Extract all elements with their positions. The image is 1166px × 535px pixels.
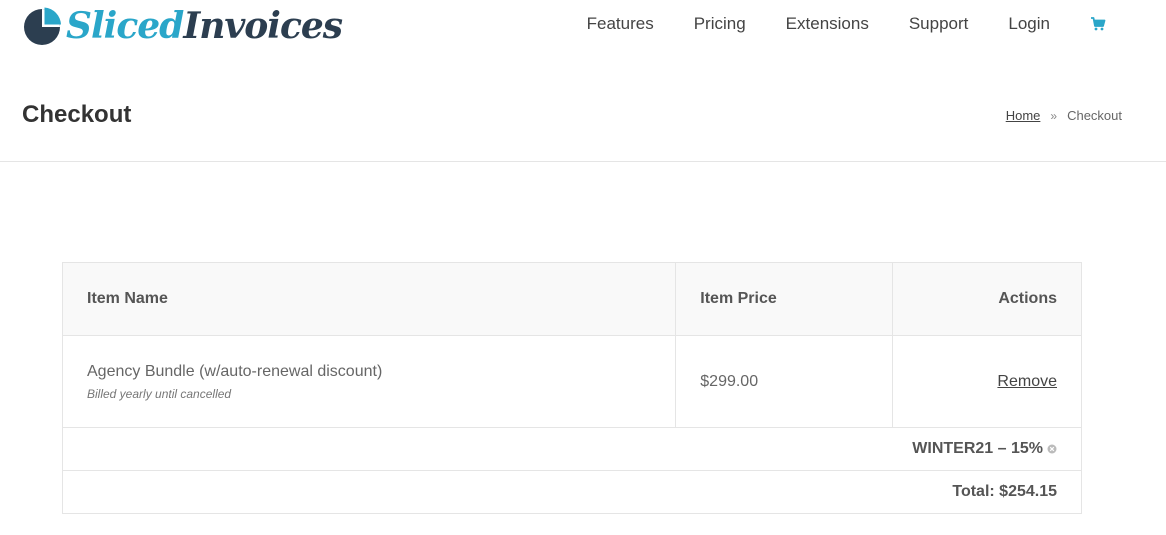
breadcrumb-current: Checkout [1067, 108, 1122, 123]
item-name: Agency Bundle (w/auto-renewal discount) [87, 362, 383, 380]
total-cell: Total: $254.15 [62, 470, 1082, 514]
column-header-item-name: Item Name [61, 262, 677, 336]
table-header-row: Item Name Item Price Actions [61, 262, 1082, 336]
main-nav: Features Pricing Extensions Support Logi… [587, 12, 1106, 36]
column-header-actions: Actions [892, 262, 1082, 336]
shopping-cart-icon[interactable] [1090, 16, 1106, 32]
discount-cell: WINTER21 – 15% [62, 427, 1082, 471]
site-header: SlicedInvoices Features Pricing Extensio… [0, 0, 1166, 62]
nav-link-support[interactable]: Support [909, 12, 969, 36]
item-billing-note: Billed yearly until cancelled [87, 386, 232, 401]
nav-link-features[interactable]: Features [587, 12, 654, 36]
column-header-item-price: Item Price [675, 262, 894, 336]
brand-name-part1: Sliced [66, 5, 184, 47]
breadcrumb-separator: » [1050, 109, 1058, 123]
total-row: Total: $254.15 [62, 470, 1082, 514]
nav-link-extensions[interactable]: Extensions [786, 12, 869, 36]
page-title-bar: Checkout Home » Checkout [0, 62, 1166, 162]
brand-name-part2: Invoices [183, 5, 343, 47]
page-title: Checkout [22, 101, 132, 128]
cart-total: Total: $254.15 [952, 483, 1057, 500]
discount-code-label: WINTER21 – 15% [912, 440, 1043, 457]
breadcrumb-home-link[interactable]: Home [1006, 108, 1041, 123]
item-name-cell: Agency Bundle (w/auto-renewal discount) … [61, 335, 677, 428]
table-row: Agency Bundle (w/auto-renewal discount) … [61, 335, 1082, 428]
breadcrumb: Home » Checkout [1006, 108, 1122, 124]
remove-item-link[interactable]: Remove [997, 373, 1057, 390]
checkout-cart-table: Item Name Item Price Actions Agency Bund… [61, 262, 1082, 514]
item-actions-cell: Remove [892, 335, 1082, 428]
discount-row: WINTER21 – 15% [62, 427, 1082, 471]
item-price-cell: $299.00 [675, 335, 894, 428]
brand-name: SlicedInvoices [66, 4, 343, 48]
remove-circle-icon[interactable] [1047, 444, 1057, 454]
item-price: $299.00 [700, 372, 759, 390]
nav-link-pricing[interactable]: Pricing [694, 12, 746, 36]
brand-logo[interactable]: SlicedInvoices [22, 4, 343, 48]
nav-link-login[interactable]: Login [1008, 12, 1050, 36]
pie-chart-logo-icon [24, 7, 61, 45]
